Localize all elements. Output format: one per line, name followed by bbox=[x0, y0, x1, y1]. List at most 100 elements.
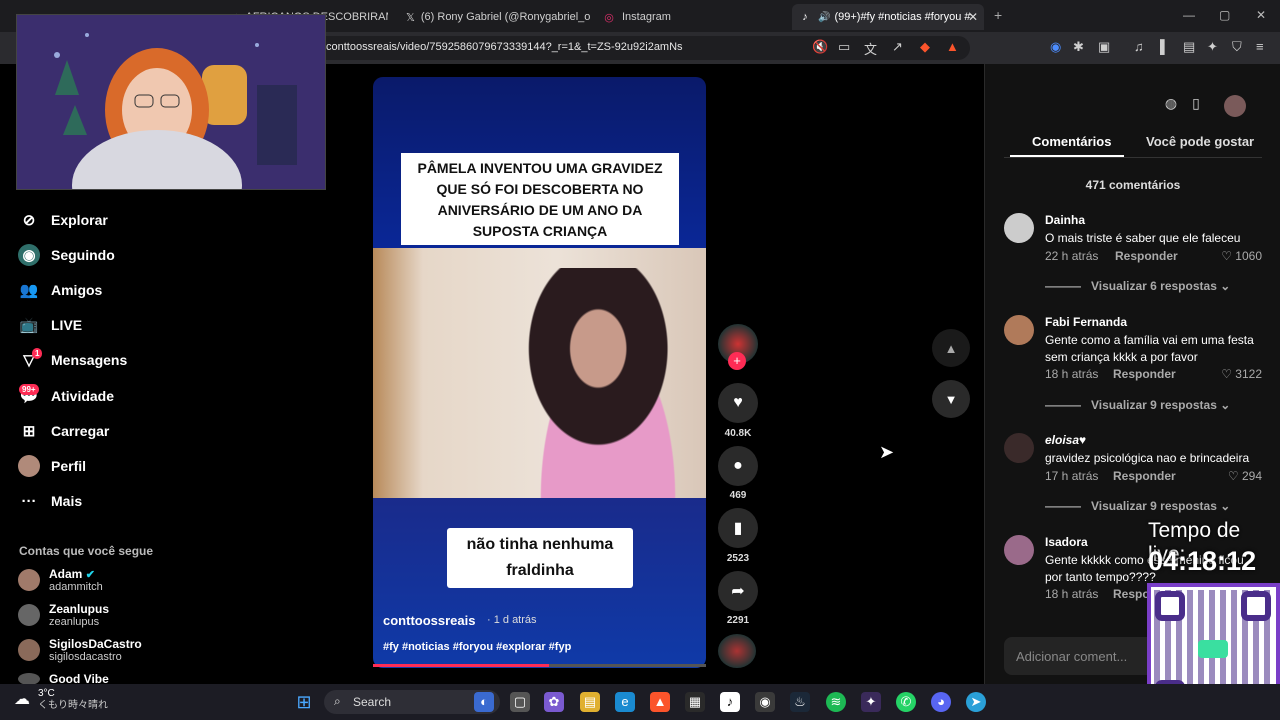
extensions-icon[interactable]: ✱ bbox=[1073, 39, 1084, 55]
avatar[interactable] bbox=[1004, 213, 1034, 243]
telegram-icon[interactable]: ➤ bbox=[966, 692, 986, 712]
user-avatar[interactable] bbox=[1224, 95, 1246, 117]
comment-author[interactable]: eloisa♥ bbox=[1045, 433, 1086, 447]
browser-tab[interactable]: ◎ Instagram bbox=[596, 4, 776, 30]
reply-button[interactable]: Responder bbox=[1115, 249, 1178, 263]
share-icon[interactable]: ↗ bbox=[892, 39, 903, 55]
mute-icon[interactable]: 🔇 bbox=[812, 39, 828, 55]
close-tab-icon[interactable]: ✕ bbox=[968, 10, 978, 24]
webcam-overlay bbox=[16, 14, 326, 190]
task-view-icon[interactable]: ▢ bbox=[510, 692, 530, 712]
cast-icon[interactable]: ▭ bbox=[838, 39, 850, 55]
followed-account[interactable]: Zeanlupus zeanlupus bbox=[18, 602, 109, 628]
video-caption: não tinha nenhuma fraldinha bbox=[447, 528, 633, 588]
share-count: 2291 bbox=[726, 615, 750, 626]
new-tab-icon[interactable]: + bbox=[994, 7, 1002, 23]
whatsapp-icon[interactable]: ✆ bbox=[896, 692, 916, 712]
sidebar-item-mais[interactable]: ··· Mais bbox=[18, 490, 83, 512]
url-text: conttoossreais/video/7592586079673339144… bbox=[326, 41, 683, 53]
browser-tab[interactable]: 𝕏 (6) Rony Gabriel (@Ronygabriel_ofc) bbox=[400, 4, 590, 30]
comment-count-label: 471 comentários bbox=[1085, 178, 1181, 192]
speaker-icon: 🔊 bbox=[818, 11, 831, 23]
comment-author[interactable]: Dainha bbox=[1045, 213, 1085, 227]
tab-voce-pode-gostar[interactable]: Você pode gostar bbox=[1146, 134, 1254, 149]
extension-box-icon[interactable]: ▣ bbox=[1098, 39, 1110, 55]
sidebar-item-perfil[interactable]: Perfil bbox=[18, 455, 86, 477]
extension-wave-icon[interactable]: ◉ bbox=[1050, 39, 1061, 55]
media-icon[interactable]: ♫ bbox=[1134, 39, 1144, 54]
tab-divider bbox=[1004, 157, 1262, 158]
translate-icon[interactable]: 文 bbox=[864, 39, 877, 58]
view-replies-button[interactable]: ——— Visualizar 9 respostas ⌄ bbox=[1045, 398, 1230, 412]
sidebar-toggle-icon[interactable]: ▌ bbox=[1160, 39, 1169, 54]
video-time: · 1 d atrás bbox=[487, 614, 537, 626]
heart-outline-icon: ♡ bbox=[1227, 469, 1239, 483]
person-image bbox=[510, 268, 706, 498]
previous-video-button[interactable]: ▲ bbox=[932, 329, 970, 367]
reply-button[interactable]: Responder bbox=[1113, 469, 1176, 483]
desktop-icon[interactable]: ◍ bbox=[1160, 95, 1182, 117]
comment-count: 469 bbox=[729, 490, 747, 501]
ai-icon[interactable]: ✦ bbox=[1207, 39, 1218, 55]
follow-plus-icon[interactable]: + bbox=[728, 352, 746, 370]
obs-icon[interactable]: ◉ bbox=[755, 692, 775, 712]
comment-author[interactable]: Isadora bbox=[1045, 535, 1088, 549]
browser-tab-active[interactable]: ♪ 🔊 (99+)#fy #noticias #foryou # ✕ bbox=[792, 4, 984, 30]
following-icon: ◉ bbox=[18, 244, 40, 266]
windows-start-icon[interactable]: ⊞ bbox=[294, 692, 314, 712]
edge-icon[interactable]: e bbox=[615, 692, 635, 712]
sidebar-item-explorar[interactable]: ⊘ Explorar bbox=[18, 209, 108, 231]
brave-shield-icon[interactable]: ◆ bbox=[920, 39, 930, 55]
chevron-down-icon: ⌄ bbox=[1220, 398, 1231, 412]
close-window-icon[interactable]: ✕ bbox=[1256, 8, 1266, 22]
reply-button[interactable]: Responder bbox=[1113, 367, 1176, 381]
avatar[interactable] bbox=[1004, 535, 1034, 565]
file-explorer-icon[interactable]: ▤ bbox=[580, 692, 600, 712]
sidebar-item-carregar[interactable]: ⊞ Carregar bbox=[18, 420, 110, 442]
add-comment-input[interactable]: Adicionar coment... bbox=[1004, 637, 1164, 675]
next-video-button[interactable]: ▼ bbox=[932, 380, 970, 418]
grid-app-icon[interactable]: ▦ bbox=[685, 692, 705, 712]
app-icon[interactable]: ✦ bbox=[861, 692, 881, 712]
view-replies-button[interactable]: ——— Visualizar 9 respostas ⌄ bbox=[1045, 499, 1230, 513]
steam-icon[interactable]: ♨ bbox=[790, 692, 810, 712]
minimize-icon[interactable]: — bbox=[1183, 8, 1195, 22]
more-icon: ··· bbox=[21, 492, 37, 510]
copilot-icon[interactable]: ◐ bbox=[474, 692, 494, 712]
brave-icon[interactable]: ▲ bbox=[650, 692, 670, 712]
sidebar-item-live[interactable]: 📺 LIVE bbox=[18, 314, 82, 336]
tiktok-app-icon[interactable]: ♪ bbox=[720, 692, 740, 712]
tab-comentarios[interactable]: Comentários bbox=[1032, 134, 1111, 149]
video-author[interactable]: conttoossreais bbox=[383, 613, 475, 628]
comment-text: gravidez psicológica nao e brincadeira bbox=[1045, 451, 1250, 465]
phone-icon[interactable]: ▯ bbox=[1185, 95, 1207, 117]
comment-author[interactable]: Fabi Fernanda bbox=[1045, 315, 1127, 329]
brave-rewards-icon[interactable]: ▲ bbox=[946, 39, 959, 54]
avatar[interactable] bbox=[1004, 433, 1034, 463]
activity-badge: 99+ bbox=[19, 384, 39, 395]
music-disc-avatar[interactable] bbox=[718, 634, 756, 668]
comment-time: 17 h atrás bbox=[1045, 469, 1099, 483]
spotify-icon[interactable]: ≋ bbox=[826, 692, 846, 712]
maximize-icon[interactable]: ▢ bbox=[1219, 8, 1230, 22]
discord-icon[interactable]: ◕ bbox=[931, 692, 951, 712]
menu-icon[interactable]: ≡ bbox=[1256, 39, 1264, 54]
sidebar-item-seguindo[interactable]: ◉ Seguindo bbox=[18, 244, 115, 266]
followed-account[interactable]: SigilosDaCastro sigilosdacastro bbox=[18, 637, 142, 663]
followed-account[interactable]: Adam ✔ adammitch bbox=[18, 567, 103, 593]
wallet-icon[interactable]: ▤ bbox=[1183, 39, 1195, 55]
save-button[interactable]: ▮ bbox=[718, 508, 758, 548]
comment-likes[interactable]: ♡ 3122 bbox=[1221, 367, 1262, 381]
view-replies-button[interactable]: ——— Visualizar 6 respostas ⌄ bbox=[1045, 279, 1230, 293]
comment-button[interactable]: ● bbox=[718, 446, 758, 486]
avatar[interactable] bbox=[1004, 315, 1034, 345]
video-hashtags[interactable]: #fy #noticias #foryou #explorar #fyp bbox=[383, 641, 571, 653]
comment-likes[interactable]: ♡ 1060 bbox=[1221, 249, 1262, 263]
comment-likes[interactable]: ♡ 294 bbox=[1228, 469, 1262, 483]
vpn-icon[interactable]: ⛉ bbox=[1232, 39, 1242, 55]
save-count: 2523 bbox=[726, 553, 750, 564]
share-button[interactable]: ➦ bbox=[718, 571, 758, 611]
sidebar-item-amigos[interactable]: 👥 Amigos bbox=[18, 279, 103, 301]
like-button[interactable]: ♥ bbox=[718, 383, 758, 423]
copilot-app-icon[interactable]: ✿ bbox=[544, 692, 564, 712]
